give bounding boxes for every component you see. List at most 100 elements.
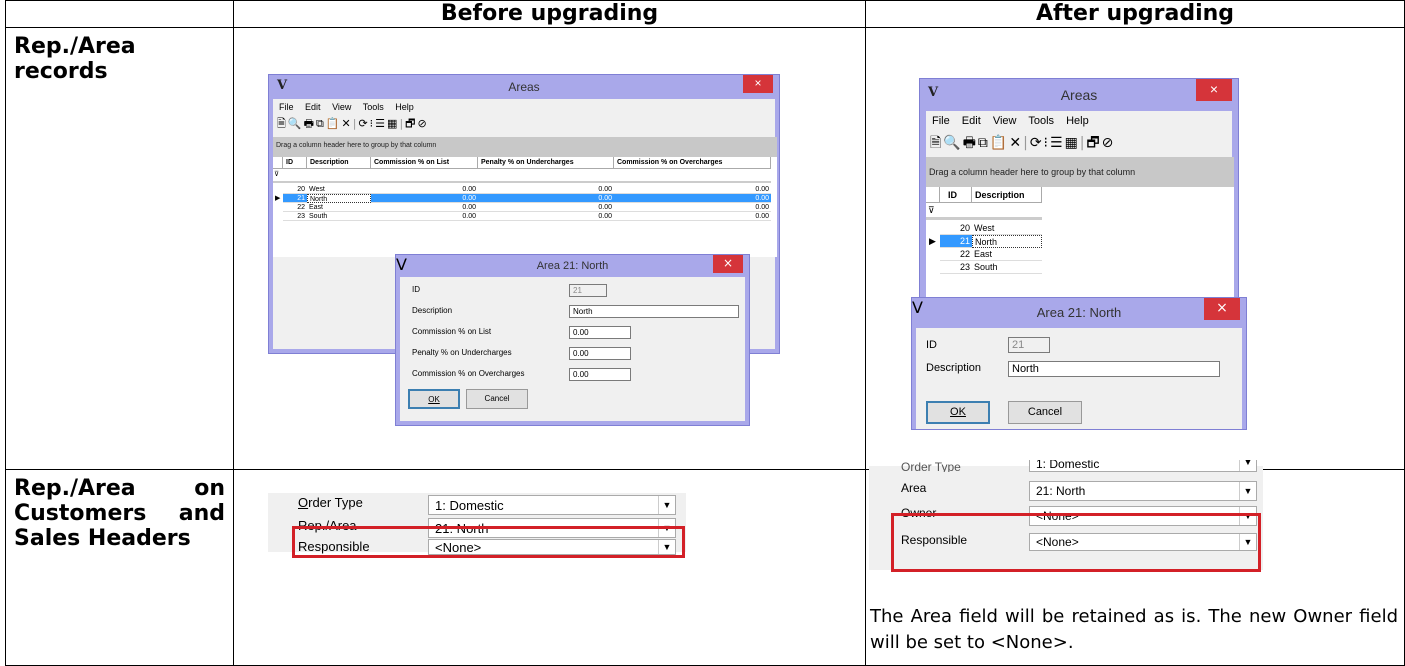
column-header-id[interactable]: ID [940, 187, 972, 203]
menu-help[interactable]: Help [395, 102, 414, 112]
area-owner-highlight [891, 513, 1261, 572]
dialog-title: Area 21: North [1036, 305, 1122, 320]
column-header-commission-over[interactable]: Commission % on Overcharges [614, 157, 771, 169]
print-icon[interactable]: 🖶 [963, 135, 978, 151]
help-icon[interactable]: ⊘ [1102, 135, 1116, 151]
column-header-penalty[interactable]: Penalty % on Undercharges [478, 157, 614, 169]
paste-icon[interactable]: 📋 [326, 117, 342, 130]
close-button[interactable]: × [1196, 79, 1232, 101]
cell-id: 22 [283, 203, 307, 212]
cell-description: South [307, 212, 371, 221]
table-row[interactable]: 23 South [926, 261, 1042, 274]
columns-icon[interactable]: ☰ [375, 117, 387, 130]
menu-tools[interactable]: Tools [1028, 115, 1054, 127]
menu-tools[interactable]: Tools [363, 102, 384, 112]
cell-description: South [972, 261, 1042, 274]
delete-icon[interactable]: ✕ [1009, 135, 1023, 151]
commission-over-field[interactable]: 0.00 [569, 368, 631, 381]
cell-description: West [307, 185, 371, 194]
order-type-select[interactable]: 1: Domestic ▼ [428, 495, 676, 515]
row-pointer-icon: ▶ [929, 236, 936, 246]
menu-view[interactable]: View [993, 115, 1017, 127]
preview-icon[interactable]: 🔍 [943, 135, 962, 151]
id-field: 21 [1008, 337, 1050, 353]
rep-area-highlight [292, 526, 685, 558]
table-row[interactable]: 22 East [926, 248, 1042, 261]
table-row[interactable]: 20 West [926, 222, 1042, 235]
chevron-down-icon: ▼ [658, 496, 675, 514]
columns-icon[interactable]: ☰ [1050, 135, 1065, 151]
cell-description: North [972, 235, 1042, 248]
close-button[interactable]: × [1204, 298, 1240, 320]
window-title: Areas [508, 80, 540, 94]
cell-id: 20 [940, 222, 972, 235]
menu-file[interactable]: File [279, 102, 294, 112]
label-order-type: Order Type [901, 460, 961, 472]
table-row-selected[interactable]: ▶ 21 North [926, 235, 1042, 248]
cell-description: North [307, 194, 371, 203]
properties-icon[interactable]: 🗗 [405, 117, 417, 130]
column-header-id[interactable]: ID [283, 157, 307, 169]
commission-list-field[interactable]: 0.00 [569, 326, 631, 339]
label-commission-list: Commission % on List [412, 327, 492, 336]
menu-view[interactable]: View [332, 102, 351, 112]
cell-description: West [972, 222, 1042, 235]
refresh-icon[interactable]: ⟳ [1030, 135, 1044, 151]
description-field[interactable]: North [569, 305, 739, 318]
refresh-icon[interactable]: ⟳ [358, 117, 369, 130]
description-field[interactable]: North [1008, 361, 1220, 377]
table-row[interactable]: 23 South 0.00 0.00 0.00 [273, 212, 771, 221]
before-area-dialog: V Area 21: North × ID 21 Description Nor… [395, 254, 750, 426]
column-header-description[interactable]: Description [307, 157, 371, 169]
menu-help[interactable]: Help [1066, 115, 1089, 127]
layout-icon[interactable]: ▦ [1065, 135, 1080, 151]
menu-edit[interactable]: Edit [305, 102, 321, 112]
cell-commission-list: 0.00 [371, 194, 478, 203]
paste-icon[interactable]: 📋 [990, 135, 1009, 151]
filter-row-icon[interactable]: ⊽ [274, 170, 279, 178]
close-button[interactable]: × [743, 75, 773, 93]
cell-id: 23 [283, 212, 307, 221]
layout-icon[interactable]: ▦ [387, 117, 399, 130]
before-header: Before upgrading [233, 0, 866, 28]
menu-bar: File Edit View Tools Help [932, 115, 1098, 127]
table-row[interactable]: 20 West 0.00 0.00 0.00 [273, 185, 771, 194]
group-by-bar[interactable]: Drag a column header here to group by th… [273, 137, 777, 157]
copy-record-icon[interactable]: ⧉ [978, 135, 990, 151]
order-type-select[interactable]: 1: Domestic ▼ [1029, 460, 1257, 472]
cell-id: 23 [940, 261, 972, 274]
area-select[interactable]: 21: North ▼ [1029, 481, 1257, 501]
copy-record-icon[interactable]: ⧉ [316, 117, 326, 130]
delete-icon[interactable]: ✕ [342, 117, 353, 130]
properties-icon[interactable]: 🗗 [1087, 135, 1102, 151]
group-by-bar[interactable]: Drag a column header here to group by th… [926, 157, 1234, 187]
cell-id: 22 [940, 248, 972, 261]
id-field: 21 [569, 284, 607, 297]
cancel-button[interactable]: Cancel [1008, 401, 1082, 424]
after-areas-window: V Areas × File Edit View Tools Help 🗎🔍🖶⧉… [919, 78, 1239, 301]
dialog-client: ID 21 Description North Commission % on … [400, 277, 745, 421]
table-row-selected[interactable]: ▶ 21 North 0.00 0.00 0.00 [273, 194, 771, 203]
label-commission-over: Commission % on Overcharges [412, 369, 525, 378]
column-header-commission-list[interactable]: Commission % on List [371, 157, 478, 169]
label-description: Description [412, 306, 453, 315]
print-icon[interactable]: 🖶 [304, 117, 316, 130]
column-header-description[interactable]: Description [972, 187, 1042, 203]
new-icon[interactable]: 🗎 [930, 135, 943, 151]
new-icon[interactable]: 🗎 [277, 117, 288, 130]
filter-row-icon[interactable]: ⊽ [928, 205, 935, 216]
help-icon[interactable]: ⊘ [418, 117, 429, 130]
window-client: File Edit View Tools Help 🗎🔍🖶⧉📋✕|⟳⁝☰▦|🗗⊘… [926, 111, 1234, 301]
ok-button[interactable]: OK [408, 389, 460, 409]
cancel-button[interactable]: Cancel [466, 389, 528, 409]
cell-commission-over: 0.00 [614, 203, 771, 212]
close-button[interactable]: × [713, 255, 743, 273]
menu-file[interactable]: File [932, 115, 950, 127]
ok-button[interactable]: OK [926, 401, 990, 424]
preview-icon[interactable]: 🔍 [288, 117, 304, 130]
menu-edit[interactable]: Edit [962, 115, 981, 127]
form-row-order-type: Order Type 1: Domestic ▼ [268, 495, 686, 515]
table-row[interactable]: 22 East 0.00 0.00 0.00 [273, 203, 771, 212]
penalty-field[interactable]: 0.00 [569, 347, 631, 360]
chevron-down-icon: ▼ [1239, 482, 1256, 500]
